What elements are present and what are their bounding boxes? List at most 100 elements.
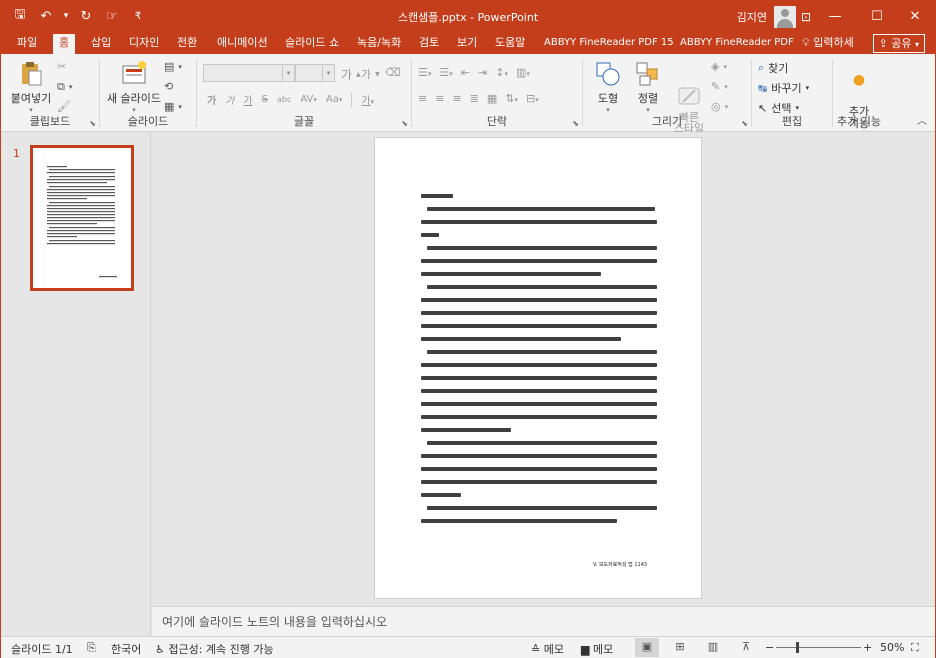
clear-format-button[interactable]: ⌫ <box>385 66 401 79</box>
justify-button[interactable]: ≣ <box>470 92 479 105</box>
tab-home[interactable]: 홈 <box>53 34 76 54</box>
close-button[interactable]: ✕ <box>895 1 935 32</box>
underline-button[interactable]: 가 <box>243 92 252 107</box>
accessibility-checker[interactable]: ♿︎ 접근성: 계속 진행 가능 <box>155 641 274 657</box>
shape-outline-button[interactable]: ✎ ▾ <box>711 80 728 93</box>
slideshow-button[interactable]: ⊼ <box>734 638 758 657</box>
spelling-check-icon[interactable]: ⎘ <box>87 641 96 655</box>
section-button[interactable]: ▦ ▾ <box>164 100 182 113</box>
zoom-out-button[interactable]: − <box>765 641 774 654</box>
change-case-button[interactable]: Aa▾ <box>326 94 342 105</box>
arrange-button[interactable]: 정렬 ▾ <box>629 60 667 114</box>
notes-label: 메모 <box>543 643 564 656</box>
cut-button[interactable]: ✂ <box>57 60 66 73</box>
slide-sorter-button[interactable]: ⊞ <box>668 638 692 657</box>
copy-button[interactable]: ⧉ ▾ <box>57 80 72 94</box>
grow-font-button[interactable]: 가 ▲ <box>341 66 361 83</box>
arrange-label: 정렬 <box>637 92 659 105</box>
slide[interactable]: V. 보도자료작성 법 1143 <box>374 137 702 599</box>
bold-button[interactable]: 가 <box>207 92 216 107</box>
shadow-button[interactable]: abc <box>277 95 291 104</box>
addins-label: 추가 기능 <box>837 115 881 128</box>
maximize-button[interactable]: ☐ <box>857 1 897 32</box>
shapes-button[interactable]: 도형 ▾ <box>589 60 627 114</box>
shrink-font-button[interactable]: 가 ▼ <box>361 66 380 82</box>
line-spacing-button[interactable]: ↕▾ <box>495 66 508 79</box>
comments-button[interactable]: ▆ 메모 <box>581 641 613 657</box>
clipboard-label: 클립보드 <box>29 115 71 128</box>
reset-button[interactable]: ⟲ <box>164 80 173 93</box>
text-direction-button[interactable]: ⇅▾ <box>505 92 518 105</box>
fit-to-window-icon[interactable]: ⛶ <box>911 641 919 655</box>
slide-page-number: V. 보도자료작성 법 1143 <box>593 562 648 568</box>
shape-fill-button[interactable]: ◈ ▾ <box>711 60 727 73</box>
font-color-button[interactable]: 가▾ <box>361 92 374 107</box>
bullets-button[interactable]: ☰▾ <box>418 66 431 79</box>
thumbnail-text-preview <box>47 166 117 278</box>
notes-placeholder: 여기에 슬라이드 노트의 내용을 입력하십시오 <box>162 615 388 629</box>
paste-button[interactable]: 붙여넣기 ▾ <box>7 60 55 114</box>
align-left-button[interactable]: ≡ <box>418 92 427 105</box>
tab-abbyy-15[interactable]: ABBYY FineReader PDF 15 <box>538 34 680 54</box>
slide-thumbnail[interactable] <box>30 145 134 291</box>
replace-label: 바꾸기 <box>771 82 802 95</box>
outdent-icon: ⇤ <box>460 66 470 79</box>
italic-button[interactable]: 가 <box>225 92 234 107</box>
drawing-launcher-icon[interactable]: ⬊ <box>741 119 748 128</box>
normal-view-button[interactable]: ▣ <box>635 638 659 657</box>
strikethrough-button[interactable]: S <box>262 94 268 105</box>
font-label: 글꼴 <box>293 115 315 128</box>
zoom-level[interactable]: 50% <box>880 641 904 654</box>
tab-insert[interactable]: 삽입 <box>85 34 117 54</box>
paragraph-launcher-icon[interactable]: ⬊ <box>572 119 579 128</box>
font-size-combo[interactable]: ▾ <box>295 64 335 82</box>
increase-indent-button[interactable]: ⇥ <box>478 66 487 79</box>
decrease-indent-button[interactable]: ⇤ <box>461 66 470 79</box>
tab-animations[interactable]: 애니메이션 <box>211 34 274 54</box>
new-slide-button[interactable]: 새 슬라이드 ▾ <box>104 60 164 114</box>
chevron-down-icon[interactable]: ▾ <box>282 65 294 81</box>
zoom-slider[interactable] <box>776 647 861 648</box>
shape-effects-button[interactable]: ◎ ▾ <box>711 100 728 113</box>
language-indicator[interactable]: 한국어 <box>111 641 141 657</box>
replace-button[interactable]: ↹ 바꾸기 ▾ <box>758 80 809 96</box>
chevron-down-icon[interactable]: ▾ <box>322 65 334 81</box>
font-launcher-icon[interactable]: ⬊ <box>401 119 408 128</box>
tab-design[interactable]: 디자인 <box>123 34 165 54</box>
columns-button[interactable]: ▥▾ <box>516 66 530 79</box>
find-button[interactable]: ⌕ 찾기 <box>758 60 788 76</box>
tab-review[interactable]: 검토 <box>413 34 445 54</box>
user-name[interactable]: 김지연 <box>737 9 767 25</box>
align-right-button[interactable]: ≡ <box>452 92 461 105</box>
format-painter-button[interactable]: 🖌︎ <box>57 100 71 113</box>
zoom-in-button[interactable]: + <box>863 641 872 654</box>
reading-view-icon: ▥ <box>707 640 719 653</box>
tab-file[interactable]: 파일 <box>11 34 43 54</box>
tab-slideshow[interactable]: 슬라이드 쇼 <box>279 34 345 54</box>
tab-recording[interactable]: 녹음/녹화 <box>351 34 407 54</box>
zoom-slider-thumb[interactable] <box>796 642 799 653</box>
clipboard-launcher-icon[interactable]: ⬊ <box>89 119 96 128</box>
layout-button[interactable]: ▤ ▾ <box>164 60 182 73</box>
tab-abbyy[interactable]: ABBYY FineReader PDF <box>674 34 800 54</box>
copy-icon: ⧉ <box>57 80 65 93</box>
align-center-button[interactable]: ≡ <box>435 92 444 105</box>
share-button[interactable]: ⇪ 공유 ▾ <box>872 34 925 53</box>
numbering-button[interactable]: ☰▾ <box>439 66 452 79</box>
align-text-button[interactable]: ⊟▾ <box>526 92 539 105</box>
character-spacing-button[interactable]: AV▾ <box>300 94 317 105</box>
minimize-icon: — <box>828 9 842 24</box>
addins-button[interactable]: ● 추가 기능 <box>835 62 883 142</box>
reading-view-button[interactable]: ▥ <box>701 638 725 657</box>
notes-pane[interactable]: 여기에 슬라이드 노트의 내용을 입력하십시오 <box>152 606 935 636</box>
tab-transitions[interactable]: 전환 <box>171 34 203 54</box>
tell-me-box[interactable]: 💡︎ 입력하세 <box>796 34 860 54</box>
tab-help[interactable]: 도움말 <box>489 34 531 54</box>
notes-button[interactable]: ≙ 메모 <box>531 641 564 657</box>
tab-view[interactable]: 보기 <box>451 34 483 54</box>
slide-editing-area[interactable]: V. 보도자료작성 법 1143 <box>152 132 935 606</box>
distributed-button[interactable]: ▦ <box>487 92 497 105</box>
font-name-combo[interactable]: ▾ <box>203 64 295 82</box>
minimize-button[interactable]: — <box>815 1 855 32</box>
collapse-ribbon-icon[interactable]: ︿ <box>917 112 927 127</box>
